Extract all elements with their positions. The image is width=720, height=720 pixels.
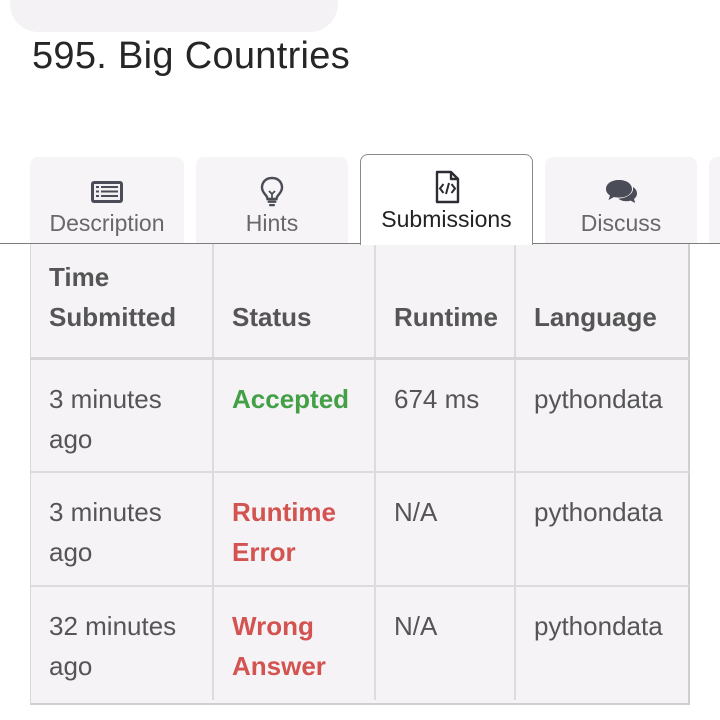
submissions-table: Time Submitted Status Runtime Language 3… [31,244,689,700]
header-language: Language [515,244,689,360]
cell-language: pythondata [515,472,689,587]
submissions-table-container: Time Submitted Status Runtime Language 3… [30,244,690,705]
tab-bar: Description Hints Submissions Discuss [0,154,720,245]
cell-runtime: 674 ms [375,358,516,473]
cell-runtime: N/A [375,586,516,700]
screen: 595. Big Countries Description Hints Sub… [0,0,720,720]
cell-time: 3 minutes ago [31,472,214,587]
status-link[interactable]: Accepted [213,358,376,473]
tab-description[interactable]: Description [30,157,184,243]
table-row[interactable]: 32 minutes ago Wrong Answer N/A pythonda… [31,586,689,700]
list-icon [91,181,123,203]
table-header-row: Time Submitted Status Runtime Language [31,244,689,360]
tab-submissions[interactable]: Submissions [360,154,533,245]
lightbulb-icon [260,176,284,207]
table-row[interactable]: 3 minutes ago Runtime Error N/A pythonda… [31,472,689,587]
header-runtime: Runtime [375,244,516,360]
cell-runtime: N/A [375,472,516,587]
cell-time: 3 minutes ago [31,358,214,473]
page-title: 595. Big Countries [32,35,351,77]
top-card-remnant [10,0,338,32]
table-row[interactable]: 3 minutes ago Accepted 674 ms pythondata [31,358,689,473]
tab-label: Submissions [381,206,512,232]
status-link[interactable]: Wrong Answer [213,586,376,700]
tab-overflow[interactable] [709,157,720,243]
code-file-icon [435,170,459,204]
status-link[interactable]: Runtime Error [213,472,376,587]
tab-label: Hints [245,210,299,236]
header-status: Status [213,244,376,360]
cell-time: 32 minutes ago [31,586,214,700]
tab-discuss[interactable]: Discuss [545,157,697,243]
tab-label: Description [49,210,165,236]
cell-language: pythondata [515,358,689,473]
chat-bubbles-icon [606,180,637,203]
tab-label: Discuss [580,210,662,236]
cell-language: pythondata [534,611,663,641]
tab-hints[interactable]: Hints [196,157,348,243]
header-time-submitted: Time Submitted [31,244,214,360]
